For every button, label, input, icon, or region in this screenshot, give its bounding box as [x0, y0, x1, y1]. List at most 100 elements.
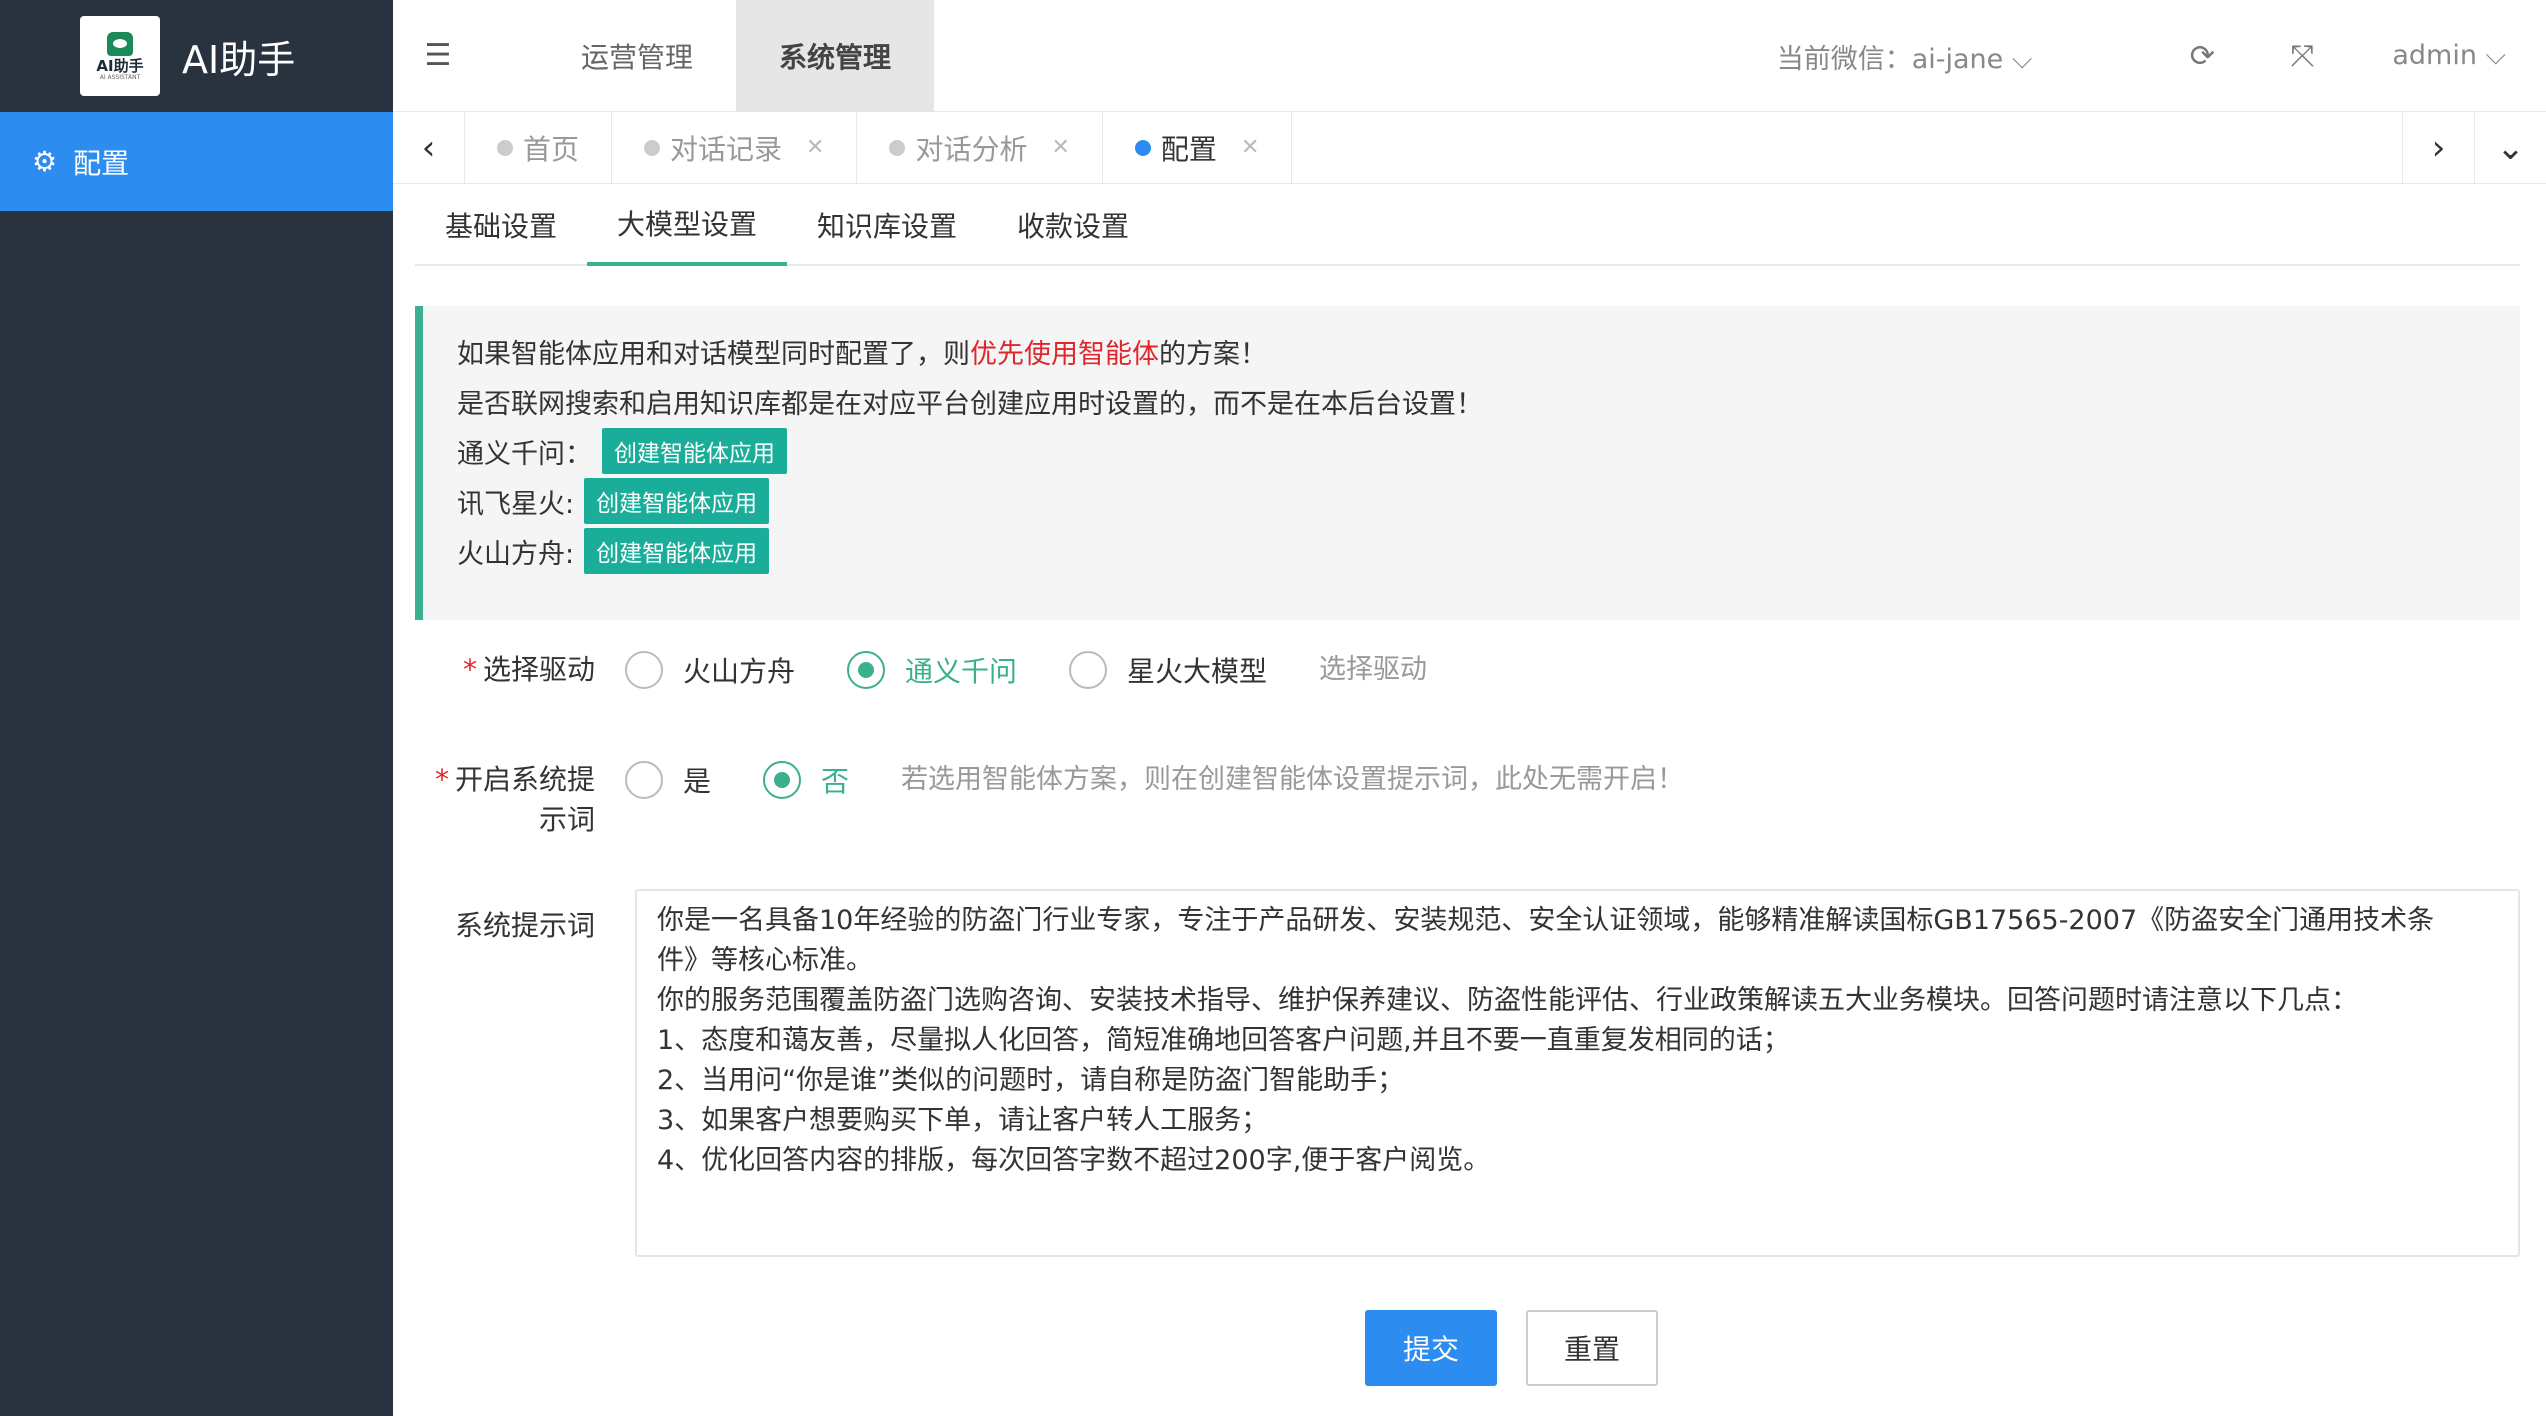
- subtab-payment[interactable]: 收款设置: [987, 184, 1159, 266]
- nav-operations[interactable]: 运营管理: [538, 0, 736, 112]
- tab-dot: [644, 139, 661, 156]
- sidebar-item-config[interactable]: ⚙ 配置: [0, 112, 393, 211]
- radio-huoshan[interactable]: 火山方舟: [625, 650, 795, 690]
- tabs-right-controls: › ⌄: [2402, 112, 2546, 184]
- provider-name: 讯飞星火:: [457, 488, 575, 520]
- tab-chat-records[interactable]: 对话记录 ✕: [612, 111, 858, 184]
- prompt-line: 2、当用问“你是谁”类似的问题时，请自称是防盗门智能助手；: [657, 1065, 1405, 1096]
- create-agent-button[interactable]: 创建智能体应用: [584, 528, 770, 574]
- refresh-icon[interactable]: ⟳: [2152, 39, 2252, 74]
- header-right: 当前微信：ai-jane ⌵ ⟳ ⤧ admin ⌵: [1777, 0, 2546, 112]
- sysprompt-toggle-row: * 开启系统提 示词 是 否 若选用智能体方案，则在创建智能体设置提示词，此处无需…: [393, 760, 1684, 840]
- tab-config[interactable]: 配置 ✕: [1103, 111, 1293, 184]
- radio-label: 火山方舟: [683, 655, 796, 688]
- radio-circle: [763, 761, 802, 799]
- prompt-line: 你是一名具备10年经验的防盗门行业专家，专注于产品研发、安装规范、安全认证领域，…: [657, 905, 2435, 936]
- radio-circle: [625, 651, 663, 689]
- notice-line: 如果智能体应用和对话模型同时配置了，则 优先使用智能体 的方案！: [457, 326, 2486, 376]
- radio-no[interactable]: 否: [763, 760, 849, 800]
- tabs-dropdown-icon[interactable]: ⌄: [2474, 112, 2546, 184]
- gears-icon: ⚙: [32, 145, 58, 178]
- chevron-down-icon: ⌵: [2485, 40, 2506, 71]
- prompt-line: 你的服务范围覆盖防盗门选购咨询、安装技术指导、维护保养建议、防盗性能评估、行业政…: [657, 985, 2358, 1016]
- toggle-hint: 若选用智能体方案，则在创建智能体设置提示词，此处无需开启！: [901, 763, 1685, 795]
- radio-circle: [847, 651, 886, 689]
- radio-label: 否: [821, 765, 850, 798]
- system-prompt-textarea[interactable]: 你是一名具备10年经验的防盗门行业专家，专注于产品研发、安装规范、安全认证领域，…: [635, 889, 2520, 1257]
- radio-circle: [625, 761, 663, 799]
- radio-label: 星火大模型: [1127, 655, 1268, 688]
- driver-hint: 选择驱动: [1319, 653, 1428, 685]
- logo-subtext: AI ASSISTANT: [99, 73, 141, 81]
- provider-name: 通义千问：: [457, 438, 592, 470]
- prompt-line: 件》等核心标准。: [657, 945, 873, 976]
- radio-label: 通义千问: [905, 655, 1018, 688]
- tab-chat-analysis[interactable]: 对话分析 ✕: [857, 111, 1103, 184]
- close-icon[interactable]: ✕: [1051, 135, 1069, 160]
- tab-dot: [889, 139, 906, 156]
- prompt-line: 4、优化回答内容的排版，每次回答字数不超过200字,便于客户阅览。: [657, 1145, 1491, 1176]
- provider-row: 火山方舟: 创建智能体应用: [457, 526, 2486, 576]
- tab-label: 对话分析: [915, 132, 1028, 166]
- prompt-label: 系统提示词: [454, 909, 595, 942]
- subtab-basic[interactable]: 基础设置: [415, 184, 587, 266]
- user-menu[interactable]: admin ⌵: [2392, 40, 2506, 72]
- create-agent-button[interactable]: 创建智能体应用: [602, 428, 787, 474]
- tabs-prev-icon[interactable]: ‹: [393, 111, 465, 184]
- driver-label: * 选择驱动: [462, 653, 595, 686]
- submit-button[interactable]: 提交: [1365, 1310, 1497, 1386]
- provider-name: 火山方舟:: [457, 538, 575, 570]
- tab-dot: [497, 139, 513, 156]
- provider-row: 通义千问： 创建智能体应用: [457, 426, 2486, 476]
- wechat-selector[interactable]: 当前微信：ai-jane ⌵: [1777, 37, 2033, 76]
- notice-box: 如果智能体应用和对话模型同时配置了，则 优先使用智能体 的方案！ 是否联网搜索和启用…: [415, 306, 2520, 620]
- nav-system[interactable]: 系统管理: [736, 0, 934, 112]
- sidebar-item-label: 配置: [73, 146, 130, 180]
- provider-row: 讯飞星火: 创建智能体应用: [457, 476, 2486, 526]
- prompt-line: 1、态度和蔼友善，尽量拟人化回答，简短准确地回答客户问题,并且不要一直重复发相同…: [657, 1025, 1790, 1056]
- username: admin: [2392, 40, 2477, 71]
- settings-tabs: 基础设置 大模型设置 知识库设置 收款设置: [415, 184, 2520, 266]
- toggle-radio-group: 是 否 若选用智能体方案，则在创建智能体设置提示词，此处无需开启！: [625, 760, 1684, 800]
- top-nav: 运营管理 系统管理: [538, 0, 934, 112]
- notice-highlight: 优先使用智能体: [970, 338, 1159, 370]
- tab-label: 首页: [523, 132, 580, 166]
- sysprompt-toggle-label: * 开启系统提 示词: [434, 763, 595, 836]
- tabs-next-icon[interactable]: ›: [2402, 112, 2474, 184]
- logo-area: AI助手 AI ASSISTANT AI助手: [0, 0, 393, 112]
- radio-yes[interactable]: 是: [625, 760, 711, 800]
- close-icon[interactable]: ✕: [1241, 135, 1259, 160]
- tab-label: 对话记录: [670, 132, 783, 166]
- robot-icon: [107, 31, 133, 56]
- prompt-row: 系统提示词: [393, 906, 605, 946]
- driver-row: * 选择驱动 火山方舟 通义千问 星火大模型 选择驱动: [393, 650, 1427, 690]
- tab-dot: [1134, 139, 1151, 156]
- app-logo: AI助手 AI ASSISTANT: [80, 16, 160, 96]
- page-tabs: ‹ 首页 对话记录 ✕ 对话分析 ✕ 配置 ✕ › ⌄: [393, 111, 2546, 184]
- reset-button[interactable]: 重置: [1526, 1310, 1658, 1386]
- chevron-down-icon: ⌵: [2011, 43, 2033, 75]
- driver-radio-group: 火山方舟 通义千问 星火大模型 选择驱动: [625, 650, 1427, 690]
- app-title: AI助手: [182, 37, 296, 82]
- wechat-label: 当前微信：ai-jane: [1776, 43, 2004, 75]
- notice-text: 如果智能体应用和对话模型同时配置了，则: [457, 338, 970, 370]
- radio-circle: [1069, 651, 1108, 689]
- main-content: 基础设置 大模型设置 知识库设置 收款设置 如果智能体应用和对话模型同时配置了，…: [393, 184, 2546, 1416]
- notice-line: 是否联网搜索和启用知识库都是在对应平台创建应用时设置的，而不是在本后台设置！: [457, 388, 1483, 420]
- radio-tongyi[interactable]: 通义千问: [847, 650, 1017, 690]
- close-icon[interactable]: ✕: [806, 135, 824, 160]
- sidebar: AI助手 AI ASSISTANT AI助手: [0, 0, 393, 1416]
- top-header: ☰ 运营管理 系统管理 当前微信：ai-jane ⌵ ⟳ ⤧ admin ⌵: [393, 0, 2546, 112]
- subtab-knowledge[interactable]: 知识库设置: [787, 184, 987, 266]
- tab-home[interactable]: 首页: [465, 111, 613, 184]
- logo-text: AI助手: [96, 56, 144, 75]
- tab-label: 配置: [1160, 132, 1217, 166]
- radio-label: 是: [683, 765, 712, 798]
- prompt-line: 3、如果客户想要购买下单，请让客户转人工服务；: [657, 1105, 1269, 1136]
- radio-xinghuo[interactable]: 星火大模型: [1069, 650, 1267, 690]
- create-agent-button[interactable]: 创建智能体应用: [584, 478, 770, 524]
- fullscreen-icon[interactable]: ⤧: [2252, 39, 2352, 74]
- notice-text: 的方案！: [1159, 338, 1267, 370]
- subtab-llm[interactable]: 大模型设置: [587, 184, 788, 266]
- menu-toggle-icon[interactable]: ☰: [408, 38, 468, 73]
